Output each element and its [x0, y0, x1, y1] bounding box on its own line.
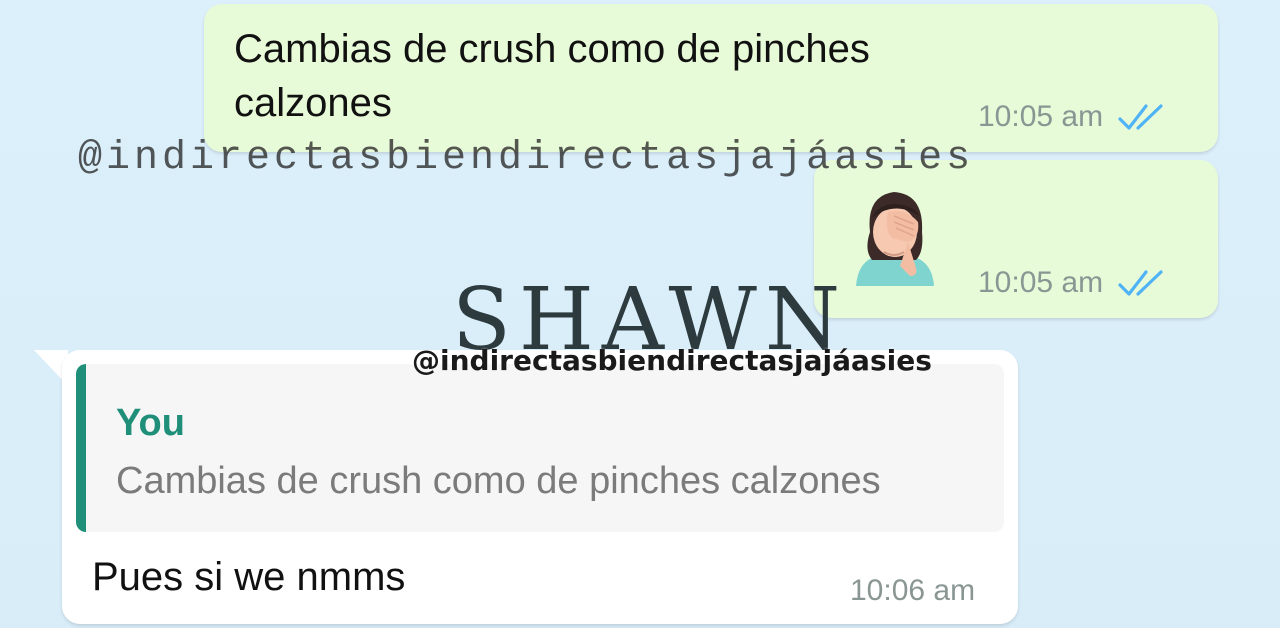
- message-meta: 10:05 am: [978, 266, 1169, 300]
- double-check-icon: [1118, 104, 1163, 130]
- message-time: 10:05 am: [978, 266, 1104, 299]
- quote-text: Cambias de crush como de pinches calzone…: [116, 460, 881, 502]
- outgoing-message-bubble[interactable]: Cambias de crush como de pinches calzone…: [204, 4, 1218, 152]
- quote-accent-bar: [76, 364, 86, 532]
- message-meta: 10:06 am: [850, 574, 975, 608]
- quote-author: You: [116, 402, 185, 444]
- watermark-handle: @indirectasbiendirectasjajáasies: [78, 136, 975, 181]
- watermark-handle-bold: @indirectasbiendirectasjajáasies: [412, 344, 932, 377]
- message-text: Cambias de crush como de pinches calzone…: [234, 27, 870, 125]
- message-time: 10:06 am: [850, 574, 976, 607]
- quoted-message[interactable]: You Cambias de crush como de pinches cal…: [76, 364, 1004, 532]
- woman-facepalming-emoji-icon: [856, 192, 934, 286]
- message-time: 10:05 am: [978, 100, 1104, 133]
- double-check-icon: [1118, 270, 1163, 296]
- message-meta: 10:05 am: [978, 100, 1169, 134]
- message-text: Pues si we nmms: [92, 555, 406, 599]
